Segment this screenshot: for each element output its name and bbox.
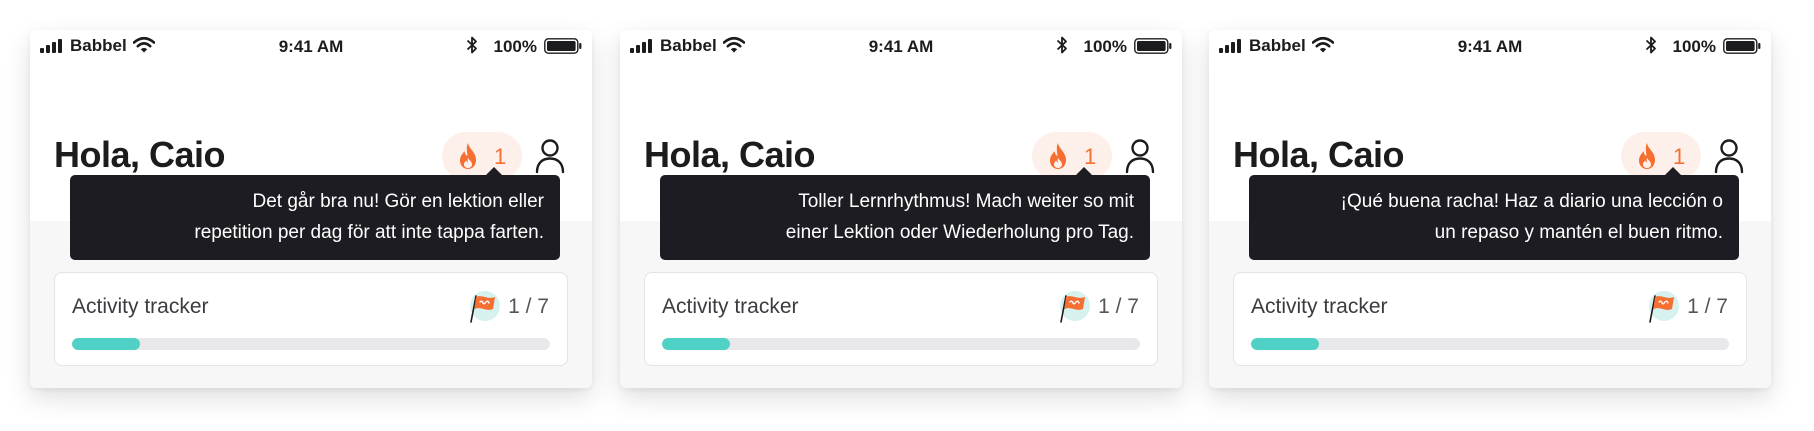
battery-icon bbox=[1723, 38, 1761, 54]
battery-percentage: 100% bbox=[1083, 37, 1127, 56]
tooltip-line: einer Lektion oder Wiederholung pro Tag. bbox=[785, 222, 1134, 243]
bluetooth-icon bbox=[1056, 36, 1067, 54]
battery-percentage: 100% bbox=[1672, 37, 1716, 56]
activity-progress-bar bbox=[72, 338, 550, 350]
activity-tracker-card[interactable]: Activity tracker 1 / 7 bbox=[644, 272, 1158, 366]
greeting-title: Hola, Caio bbox=[644, 134, 816, 175]
tooltip-line: ¡Qué buena racha! Haz a diario una lecci… bbox=[1340, 191, 1723, 212]
profile-icon[interactable] bbox=[1124, 138, 1156, 174]
activity-progress-bar bbox=[1251, 338, 1729, 350]
phone-screen-german: Babbel 9:41 AM 100% Hola, Caio 1 Toller … bbox=[620, 30, 1182, 388]
tooltip-line: repetition per dag för att inte tappa fa… bbox=[194, 222, 544, 243]
activity-progress-fill bbox=[72, 338, 141, 350]
flame-icon bbox=[1050, 143, 1066, 169]
streak-button[interactable]: 1 bbox=[442, 132, 522, 180]
activity-count: 1 / 7 bbox=[508, 295, 549, 318]
phone-screen-swedish: Babbel 9:41 AM 100% Hola, Caio 1 Det går… bbox=[30, 30, 592, 388]
phone-screen-spanish: Babbel 9:41 AM 100% Hola, Caio 1 ¡Qué bu… bbox=[1209, 30, 1771, 388]
tooltip-line: Det går bra nu! Gör en lektion eller bbox=[252, 191, 545, 212]
battery-icon bbox=[1134, 38, 1172, 54]
flag-icon bbox=[1060, 291, 1090, 323]
profile-icon[interactable] bbox=[1713, 138, 1745, 174]
activity-tracker-card[interactable]: Activity tracker 1 / 7 bbox=[54, 272, 568, 366]
screens-canvas: Babbel 9:41 AM 100% Hola, Caio 1 Det går… bbox=[0, 0, 1814, 431]
activity-progress-fill bbox=[1251, 338, 1320, 350]
activity-tracker-card[interactable]: Activity tracker 1 / 7 bbox=[1233, 272, 1747, 366]
flame-icon bbox=[1639, 143, 1655, 169]
greeting-title: Hola, Caio bbox=[54, 134, 226, 175]
profile-icon[interactable] bbox=[534, 138, 566, 174]
streak-button[interactable]: 1 bbox=[1032, 132, 1112, 180]
tooltip-line: un repaso y mantén el buen ritmo. bbox=[1434, 222, 1723, 243]
streak-tooltip[interactable]: ¡Qué buena racha! Haz a diario una lecci… bbox=[1249, 167, 1739, 260]
status-bar: Babbel 9:41 AM 100% bbox=[620, 30, 1182, 62]
streak-tooltip[interactable]: Toller Lernrhythmus! Mach weiter so mit … bbox=[660, 167, 1150, 260]
flag-icon bbox=[1649, 291, 1679, 323]
flame-icon bbox=[460, 143, 476, 169]
status-bar: Babbel 9:41 AM 100% bbox=[30, 30, 592, 62]
activity-count: 1 / 7 bbox=[1687, 295, 1728, 318]
activity-tracker-title: Activity tracker bbox=[1251, 295, 1388, 318]
greeting-title: Hola, Caio bbox=[1233, 134, 1405, 175]
streak-button[interactable]: 1 bbox=[1621, 132, 1701, 180]
streak-tooltip[interactable]: Det går bra nu! Gör en lektion eller rep… bbox=[70, 167, 560, 260]
activity-progress-fill bbox=[662, 338, 731, 350]
bluetooth-icon bbox=[1645, 36, 1656, 54]
bluetooth-icon bbox=[466, 36, 477, 54]
status-bar: Babbel 9:41 AM 100% bbox=[1209, 30, 1771, 62]
tooltip-line: Toller Lernrhythmus! Mach weiter so mit bbox=[798, 191, 1134, 212]
activity-tracker-title: Activity tracker bbox=[72, 295, 209, 318]
activity-count: 1 / 7 bbox=[1098, 295, 1139, 318]
flag-icon bbox=[470, 291, 500, 323]
battery-icon bbox=[544, 38, 582, 54]
activity-progress-bar bbox=[662, 338, 1140, 350]
battery-percentage: 100% bbox=[493, 37, 537, 56]
activity-tracker-title: Activity tracker bbox=[662, 295, 799, 318]
